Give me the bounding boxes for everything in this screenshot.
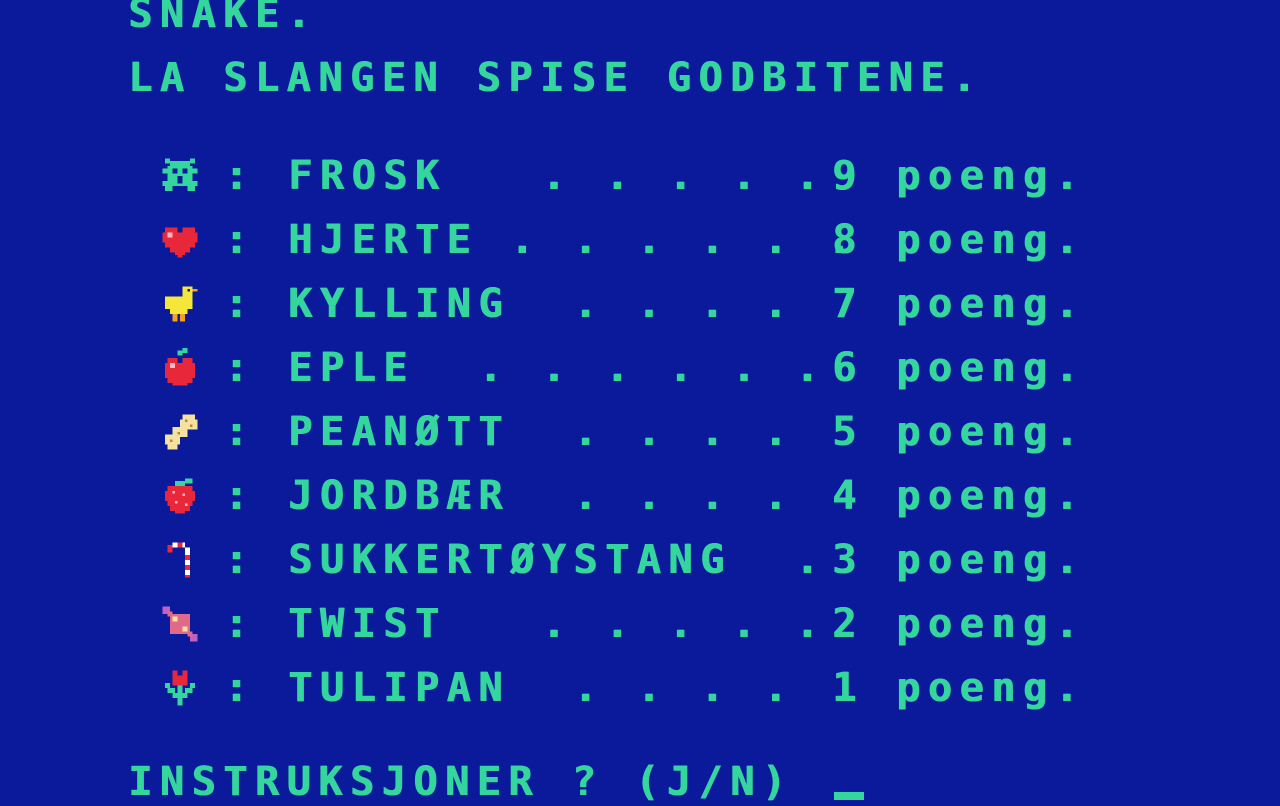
separator: :: [224, 665, 256, 711]
points-unit: poeng.: [896, 153, 1087, 199]
leader-dots: .: [288, 537, 827, 583]
leader-dots: . . . .: [288, 473, 795, 519]
strawberry-icon: [160, 476, 200, 516]
treat-points: 5: [832, 409, 864, 455]
separator: :: [224, 345, 256, 391]
points-unit: poeng.: [896, 601, 1087, 647]
separator: :: [224, 409, 256, 455]
leader-dots: . . . . .: [288, 153, 827, 199]
leader-dots: . . . . .: [288, 601, 827, 647]
leader-dots: . . . .: [288, 409, 795, 455]
instructions-prompt: INSTRUKSJONER ? (J/N): [128, 759, 794, 805]
game-title: SNAKE.: [128, 0, 319, 37]
tulip-icon: [160, 668, 200, 708]
points-unit: poeng.: [896, 537, 1087, 583]
leader-dots: . . . . . .: [288, 345, 827, 391]
points-unit: poeng.: [896, 217, 1087, 263]
treat-points: 3: [832, 537, 864, 583]
treat-points: 8: [832, 217, 864, 263]
treat-points: 2: [832, 601, 864, 647]
peanut-icon: [160, 412, 200, 452]
apple-icon: [160, 348, 200, 388]
chick-icon: [160, 284, 200, 324]
treat-points: 9: [832, 153, 864, 199]
leader-dots: . . . .: [288, 665, 795, 711]
heart-icon: [160, 220, 200, 260]
separator: :: [224, 281, 256, 327]
separator: :: [224, 217, 256, 263]
separator: :: [224, 473, 256, 519]
game-screen: SNAKE. LA SLANGEN SPISE GODBITENE. : FRO…: [0, 0, 1280, 805]
leader-dots: . . . . . .: [288, 217, 859, 263]
points-unit: poeng.: [896, 345, 1087, 391]
points-unit: poeng.: [896, 665, 1087, 711]
treat-points: 4: [832, 473, 864, 519]
treat-points: 1: [832, 665, 864, 711]
frog-icon: [160, 156, 200, 196]
separator: :: [224, 153, 256, 199]
candy-cane-icon: [160, 540, 200, 580]
wrapped-candy-icon: [160, 604, 200, 644]
separator: :: [224, 537, 256, 583]
points-unit: poeng.: [896, 473, 1087, 519]
leader-dots: . . . .: [288, 281, 795, 327]
treat-points: 6: [832, 345, 864, 391]
text-cursor[interactable]: [834, 792, 864, 800]
game-subtitle: LA SLANGEN SPISE GODBITENE.: [128, 55, 984, 101]
separator: :: [224, 601, 256, 647]
treat-points: 7: [832, 281, 864, 327]
points-unit: poeng.: [896, 281, 1087, 327]
points-unit: poeng.: [896, 409, 1087, 455]
